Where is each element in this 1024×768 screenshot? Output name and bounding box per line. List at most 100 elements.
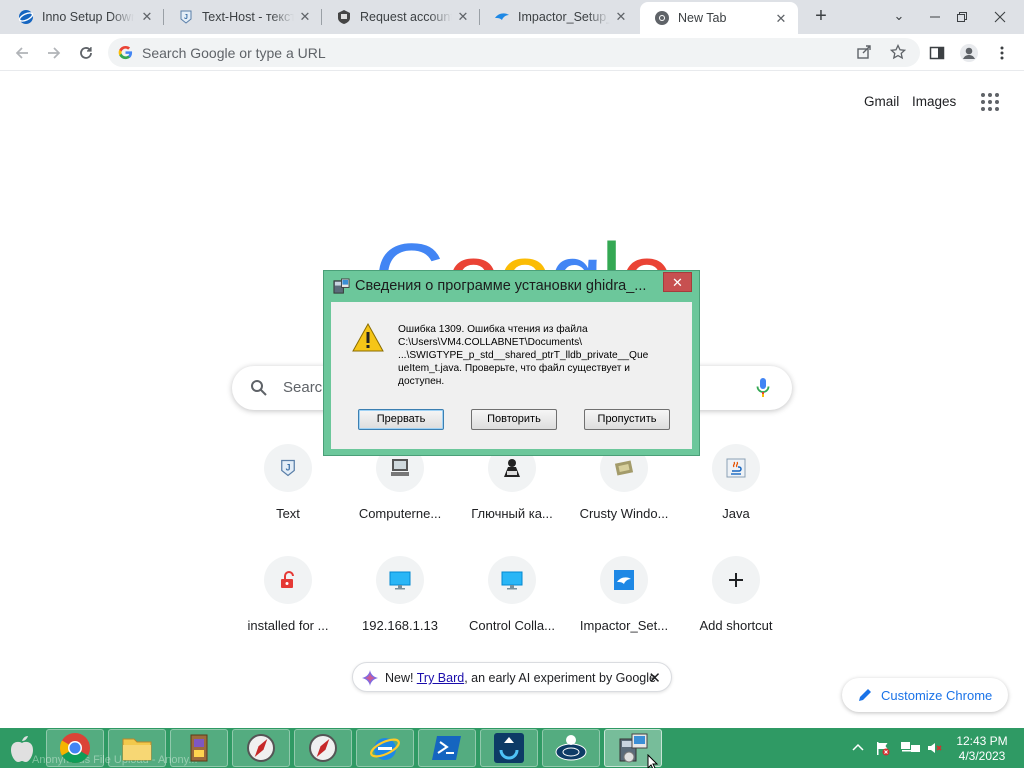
bookmark-star-icon[interactable]: [889, 43, 907, 65]
ie-icon: [370, 738, 400, 760]
shortcut-computerneo[interactable]: Computerne...: [344, 444, 456, 544]
taskbar: Anonymous File Upload - Anony... 12:43 P…: [0, 728, 1024, 768]
side-panel-button[interactable]: [923, 39, 951, 67]
installer-error-dialog: Сведения о программе установки ghidra_..…: [323, 270, 700, 456]
forward-arrow-icon: [48, 47, 61, 59]
bard-sparkle-icon: [361, 669, 379, 690]
taskbar-installer-package[interactable]: [170, 729, 228, 767]
tab-impactor-setup[interactable]: Impactor_Setup_ ✕: [480, 0, 638, 34]
tab-title: Impactor_Setup_: [518, 10, 610, 24]
search-icon: [250, 379, 268, 402]
share-icon[interactable]: [856, 44, 872, 65]
close-tab-icon[interactable]: ✕: [456, 10, 470, 24]
svg-text:J: J: [286, 463, 291, 473]
gmail-link[interactable]: Gmail: [864, 94, 899, 109]
close-window-button[interactable]: [980, 0, 1020, 32]
tab-text-host[interactable]: J Text-Host - текстовый ✕: [164, 0, 322, 34]
bard-text: New! Try Bard, an early AI experiment by…: [385, 671, 656, 685]
voice-search-icon[interactable]: [756, 377, 770, 404]
tab-request-account[interactable]: Request account ✕: [322, 0, 480, 34]
tab-search-button[interactable]: ⌄: [879, 0, 919, 32]
omnibox-input[interactable]: [142, 42, 822, 63]
close-tab-icon[interactable]: ✕: [614, 10, 628, 24]
action-center-flag-icon[interactable]: [874, 740, 890, 756]
taskbar-disc[interactable]: [542, 729, 600, 767]
kebab-menu-icon: [1000, 46, 1004, 60]
impactor-icon: [600, 556, 648, 604]
tab-title: Inno Setup Down: [42, 10, 134, 24]
shortcut-control-collabnet[interactable]: Control Colla...: [456, 556, 568, 656]
apple-icon: [11, 736, 33, 762]
taskbar-file-explorer[interactable]: [108, 729, 166, 767]
start-button[interactable]: [0, 729, 44, 767]
show-hidden-icons-icon[interactable]: [850, 740, 866, 756]
images-link[interactable]: Images: [912, 94, 956, 109]
shortcut-text[interactable]: J Text: [232, 444, 344, 544]
omnibox[interactable]: [108, 38, 920, 67]
toolbar: [0, 34, 1024, 71]
close-tab-icon[interactable]: ✕: [140, 10, 154, 24]
shortcut-installed-for[interactable]: installed for ...: [232, 556, 344, 656]
taskbar-powershell[interactable]: [418, 729, 476, 767]
customize-chrome-button[interactable]: Customize Chrome: [842, 678, 1008, 712]
ignore-button[interactable]: Пропустить: [584, 409, 670, 430]
tab-new-tab[interactable]: New Tab ✕: [640, 2, 798, 34]
computerneo-favicon: [336, 9, 352, 25]
retry-button[interactable]: Повторить: [471, 409, 557, 430]
impactor-favicon: [494, 9, 510, 25]
close-promo-icon[interactable]: ✕: [648, 669, 661, 687]
close-tab-icon[interactable]: ✕: [774, 12, 788, 26]
taskbar-compass-2[interactable]: [294, 729, 352, 767]
shortcut-impactor-setup[interactable]: Impactor_Set...: [568, 556, 680, 656]
volume-muted-icon[interactable]: [926, 740, 942, 756]
restore-button[interactable]: [942, 0, 982, 32]
java-icon: [712, 444, 760, 492]
tab-title: Request account: [360, 10, 452, 24]
clock[interactable]: 12:43 PM 4/3/2023: [944, 734, 1020, 764]
shortcut-label: 192.168.1.13: [362, 618, 438, 633]
customize-label: Customize Chrome: [881, 688, 993, 703]
shortcut-crusty-windows[interactable]: Crusty Windo...: [568, 444, 680, 544]
shortcut-192-168-1-13[interactable]: 192.168.1.13: [344, 556, 456, 656]
tab-inno-setup[interactable]: Inno Setup Down ✕: [4, 0, 164, 34]
shortcut-java[interactable]: Java: [680, 444, 792, 544]
taskbar-compass-1[interactable]: [232, 729, 290, 767]
tab-title: Text-Host - текстовый: [202, 10, 294, 24]
installer-icon: [333, 278, 350, 300]
shortcut-glitchy[interactable]: Глючный ка...: [456, 444, 568, 544]
forward-button[interactable]: [40, 39, 68, 67]
google-apps-icon[interactable]: [978, 90, 1002, 114]
taskbar-chrome[interactable]: [46, 729, 104, 767]
reload-button[interactable]: [72, 39, 100, 67]
mouse-cursor-icon: [647, 754, 659, 768]
dialog-close-button[interactable]: ✕: [663, 272, 692, 292]
new-tab-button[interactable]: +: [808, 5, 834, 29]
shortcut-label: Crusty Windo...: [579, 506, 669, 521]
upload-icon: [494, 733, 524, 763]
network-icon[interactable]: [900, 740, 922, 756]
installer-package-icon: [190, 734, 208, 762]
taskbar-internet-explorer[interactable]: [356, 729, 414, 767]
file-explorer-icon: [122, 738, 152, 761]
taskbar-upload[interactable]: [480, 729, 538, 767]
back-button[interactable]: [8, 39, 36, 67]
shortcut-label: Add shortcut: [699, 618, 773, 633]
pencil-icon: [858, 688, 872, 705]
profile-button[interactable]: [955, 39, 983, 67]
text-host-favicon: J: [178, 9, 194, 25]
add-shortcut-button[interactable]: Add shortcut: [680, 556, 792, 656]
compass-icon: [247, 734, 275, 762]
try-bard-link[interactable]: Try Bard: [417, 671, 464, 685]
plus-icon: [712, 556, 760, 604]
monitor-icon: [488, 556, 536, 604]
close-tab-icon[interactable]: ✕: [298, 10, 312, 24]
abort-button[interactable]: Прервать: [358, 409, 444, 430]
chrome-menu-button[interactable]: [988, 39, 1016, 67]
tab-strip: Inno Setup Down ✕ J Text-Host - текстовы…: [0, 0, 1024, 34]
unlocked-lock-icon: [264, 556, 312, 604]
dialog-message: Ошибка 1309. Ошибка чтения из файла C:\U…: [398, 324, 649, 387]
google-g-icon: [118, 45, 133, 65]
monitor-icon: [376, 556, 424, 604]
powershell-icon: [432, 736, 461, 760]
chrome-favicon: [654, 10, 670, 26]
